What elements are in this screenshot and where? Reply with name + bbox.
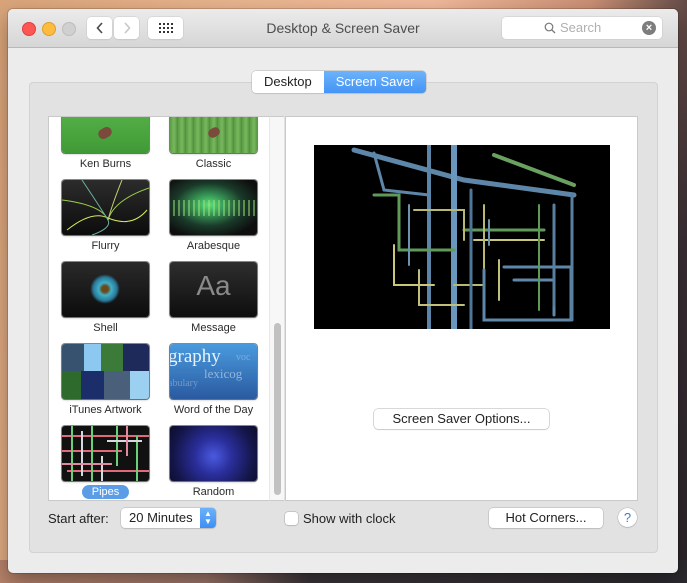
screensaver-label: Word of the Day bbox=[173, 404, 254, 416]
screensaver-label: Flurry bbox=[91, 240, 120, 252]
list-scrollbar[interactable] bbox=[269, 116, 284, 501]
title-bar: Desktop & Screen Saver Search × bbox=[8, 9, 678, 48]
show-with-clock-label[interactable]: Show with clock bbox=[303, 511, 395, 526]
screensaver-item-flurry[interactable]: Flurry bbox=[62, 180, 149, 262]
pipes-art bbox=[62, 426, 149, 481]
screensaver-label-selected: Pipes bbox=[52, 485, 159, 499]
screensaver-label: Random bbox=[192, 486, 235, 498]
search-icon bbox=[544, 22, 556, 33]
tab-bar: Desktop Screen Saver bbox=[252, 71, 427, 93]
pipes-preview-art bbox=[351, 145, 577, 329]
screensaver-item-random[interactable]: Random bbox=[170, 426, 257, 500]
screensaver-item-itunes-artwork[interactable]: iTunes Artwork bbox=[62, 344, 149, 426]
screensaver-item-classic[interactable]: Classic bbox=[170, 117, 257, 180]
screensaver-label: Classic bbox=[195, 158, 232, 170]
start-after-label: Start after: bbox=[48, 511, 109, 526]
screensaver-label: Arabesque bbox=[186, 240, 241, 252]
screensaver-item-shell[interactable]: Shell bbox=[62, 262, 149, 344]
screensaver-label: Message bbox=[191, 322, 236, 334]
pipes-preview bbox=[314, 145, 610, 329]
tab-screen-saver[interactable]: Screen Saver bbox=[323, 71, 427, 93]
shell-thumbnail bbox=[62, 262, 149, 317]
ladybug-icon bbox=[96, 125, 114, 141]
screensaver-item-ken-burns[interactable]: Ken Burns bbox=[62, 117, 149, 180]
itunes-artwork-thumbnail bbox=[62, 344, 149, 399]
tab-desktop[interactable]: Desktop bbox=[252, 71, 324, 93]
word-of-the-day-thumbnail: graphy voc lexicog abulary bbox=[170, 344, 257, 399]
clear-search-icon[interactable]: × bbox=[642, 21, 656, 35]
scrollbar-thumb[interactable] bbox=[274, 323, 281, 495]
ken-burns-thumbnail bbox=[62, 117, 149, 153]
screensaver-item-arabesque[interactable]: Arabesque bbox=[170, 180, 257, 262]
show-with-clock-checkbox[interactable] bbox=[285, 512, 298, 525]
classic-thumbnail bbox=[170, 117, 257, 153]
pipes-thumbnail bbox=[62, 426, 149, 481]
message-text: Aa bbox=[196, 270, 231, 301]
screen-saver-options-button[interactable]: Screen Saver Options... bbox=[374, 409, 549, 429]
screensaver-label: Ken Burns bbox=[79, 158, 132, 170]
ladybug-icon bbox=[206, 125, 222, 140]
preferences-window: Desktop & Screen Saver Search × Desktop … bbox=[8, 9, 678, 573]
screensaver-list: Ken Burns Classic Flurry Arabesque Shell… bbox=[48, 116, 270, 501]
random-thumbnail bbox=[170, 426, 257, 481]
screensaver-item-message[interactable]: Aa Message bbox=[170, 262, 257, 344]
flurry-thumbnail bbox=[62, 180, 149, 235]
help-button[interactable]: ? bbox=[618, 508, 637, 527]
preview-area: Screen Saver Options... bbox=[285, 116, 638, 501]
updown-arrows-icon: ▲ ▼ bbox=[200, 508, 216, 528]
screensaver-label: iTunes Artwork bbox=[69, 404, 142, 416]
hot-corners-button[interactable]: Hot Corners... bbox=[489, 508, 603, 528]
screensaver-item-word-of-the-day[interactable]: graphy voc lexicog abulary Word of the D… bbox=[170, 344, 257, 426]
search-placeholder: Search bbox=[560, 20, 602, 35]
search-field[interactable]: Search × bbox=[502, 17, 662, 39]
start-after-value: 20 Minutes bbox=[129, 510, 193, 525]
screensaver-item-pipes[interactable]: Pipes bbox=[62, 426, 149, 500]
shell-art bbox=[90, 274, 120, 304]
arabesque-thumbnail bbox=[170, 180, 257, 235]
start-after-select[interactable]: 20 Minutes ▲ ▼ bbox=[121, 508, 216, 528]
flurry-art bbox=[62, 180, 149, 235]
screensaver-label: Shell bbox=[93, 322, 118, 334]
message-thumbnail: Aa bbox=[170, 262, 257, 317]
